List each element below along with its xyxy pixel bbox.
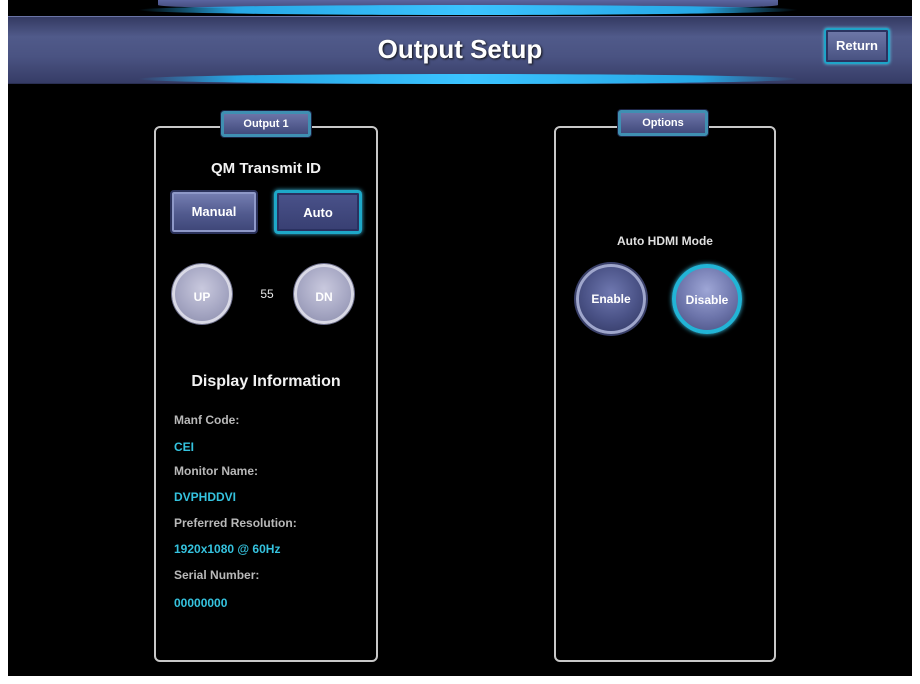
serial-number-value: 00000000 (174, 596, 228, 610)
auto-button[interactable]: Auto (274, 190, 362, 234)
transmit-id-value: 55 (260, 287, 274, 301)
hdmi-enable-button[interactable]: Enable (576, 264, 646, 334)
options-tab-label: Options (618, 110, 708, 136)
return-button[interactable]: Return (824, 28, 890, 64)
monitor-name-value: DVPHDDVI (174, 490, 237, 504)
page-title: Output Setup (377, 34, 543, 64)
header-top-glow (138, 5, 798, 15)
serial-number-label: Serial Number: (174, 568, 260, 582)
manf-code-value: CEI (174, 440, 195, 454)
options-panel (554, 126, 776, 662)
output-tab-label: Output 1 (221, 111, 311, 137)
display-information-heading: Display Information (191, 373, 341, 390)
id-down-button[interactable]: DN (294, 264, 354, 324)
preferred-resolution-value: 1920x1080 @ 60Hz (174, 542, 281, 556)
hdmi-disable-button[interactable]: Disable (672, 264, 742, 334)
id-up-button[interactable]: UP (172, 264, 232, 324)
manf-code-label: Manf Code: (174, 413, 240, 427)
preferred-resolution-label: Preferred Resolution: (174, 516, 297, 530)
qm-transmit-id-heading: QM Transmit ID (210, 160, 322, 177)
manual-button[interactable]: Manual (170, 190, 258, 234)
output-setup-screen: Output Setup Return Output 1 QM Transmit… (8, 0, 912, 676)
monitor-name-label: Monitor Name: (174, 464, 258, 478)
auto-hdmi-mode-heading: Auto HDMI Mode (617, 234, 713, 248)
